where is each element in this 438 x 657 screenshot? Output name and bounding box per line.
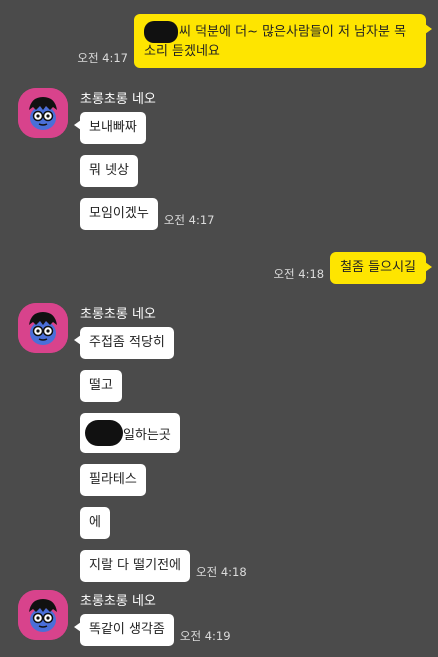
message-time: 오전 4:18 xyxy=(273,267,325,281)
message-bubble[interactable]: 지랄 다 떨기전에 xyxy=(80,550,190,582)
message-row: 똑같이 생각좀 오전 4:19 xyxy=(74,614,231,646)
message-bubble[interactable]: 뭐 넷상 xyxy=(80,155,139,187)
neo-avatar-icon xyxy=(18,303,68,353)
sender-name: 초롱초롱 네오 xyxy=(80,594,156,609)
my-message-row: 오전 4:18 철좀 들으시길 xyxy=(273,252,432,284)
message-bubble[interactable]: 모임이겠누 xyxy=(80,198,158,230)
message-row: 필라테스 xyxy=(80,464,247,496)
avatar[interactable] xyxy=(18,590,68,640)
redaction-mark xyxy=(144,21,178,43)
redaction-mark xyxy=(85,420,123,446)
message-time: 오전 4:18 xyxy=(196,565,247,579)
message-row: 지랄 다 떨기전에 오전 4:18 xyxy=(80,550,247,582)
message-row: 모임이겠누 오전 4:17 xyxy=(80,198,214,230)
message-bubble[interactable]: 일하는곳 xyxy=(80,413,180,453)
message-bubble[interactable]: 주접좀 적당히 xyxy=(74,327,174,359)
avatar[interactable] xyxy=(18,88,68,138)
avatar[interactable] xyxy=(18,303,68,353)
message-bubble[interactable]: 필라테스 xyxy=(80,464,146,496)
message-time: 오전 4:19 xyxy=(179,629,231,643)
message-bubble[interactable]: 보내빠짜 xyxy=(74,112,146,144)
message-row: 보내빠짜 xyxy=(74,112,214,144)
message-row: 주접좀 적당히 xyxy=(74,327,247,359)
neo-avatar-icon xyxy=(18,590,68,640)
message-bubble[interactable]: 에 xyxy=(80,507,110,539)
message-time: 오전 4:17 xyxy=(77,51,128,65)
sender-name: 초롱초롱 네오 xyxy=(80,307,156,322)
message-row: 일하는곳 xyxy=(80,413,247,453)
my-message-bubble[interactable]: 철좀 들으시길 xyxy=(330,252,432,284)
chat-area[interactable]: 오전 4:17 씨 덕분에 더~ 많은사람들이 저 남자분 목소리 듣겠네요 초… xyxy=(0,0,438,652)
message-row: 뭐 넷상 xyxy=(80,155,214,187)
my-message-bubble[interactable]: 씨 덕분에 더~ 많은사람들이 저 남자분 목소리 듣겠네요 xyxy=(134,14,432,68)
neo-avatar-icon xyxy=(18,88,68,138)
message-text: 일하는곳 xyxy=(123,428,171,443)
message-row: 에 xyxy=(80,507,247,539)
message-row: 떨고 xyxy=(80,370,247,402)
my-message-text: 씨 덕분에 더~ 많은사람들이 저 남자분 목소리 듣겠네요 xyxy=(144,24,407,60)
message-bubble[interactable]: 떨고 xyxy=(80,370,122,402)
message-bubble[interactable]: 똑같이 생각좀 xyxy=(74,614,174,646)
my-message-row: 오전 4:17 씨 덕분에 더~ 많은사람들이 저 남자분 목소리 듣겠네요 xyxy=(77,14,432,68)
sender-name: 초롱초롱 네오 xyxy=(80,92,156,107)
message-time: 오전 4:17 xyxy=(163,213,215,227)
